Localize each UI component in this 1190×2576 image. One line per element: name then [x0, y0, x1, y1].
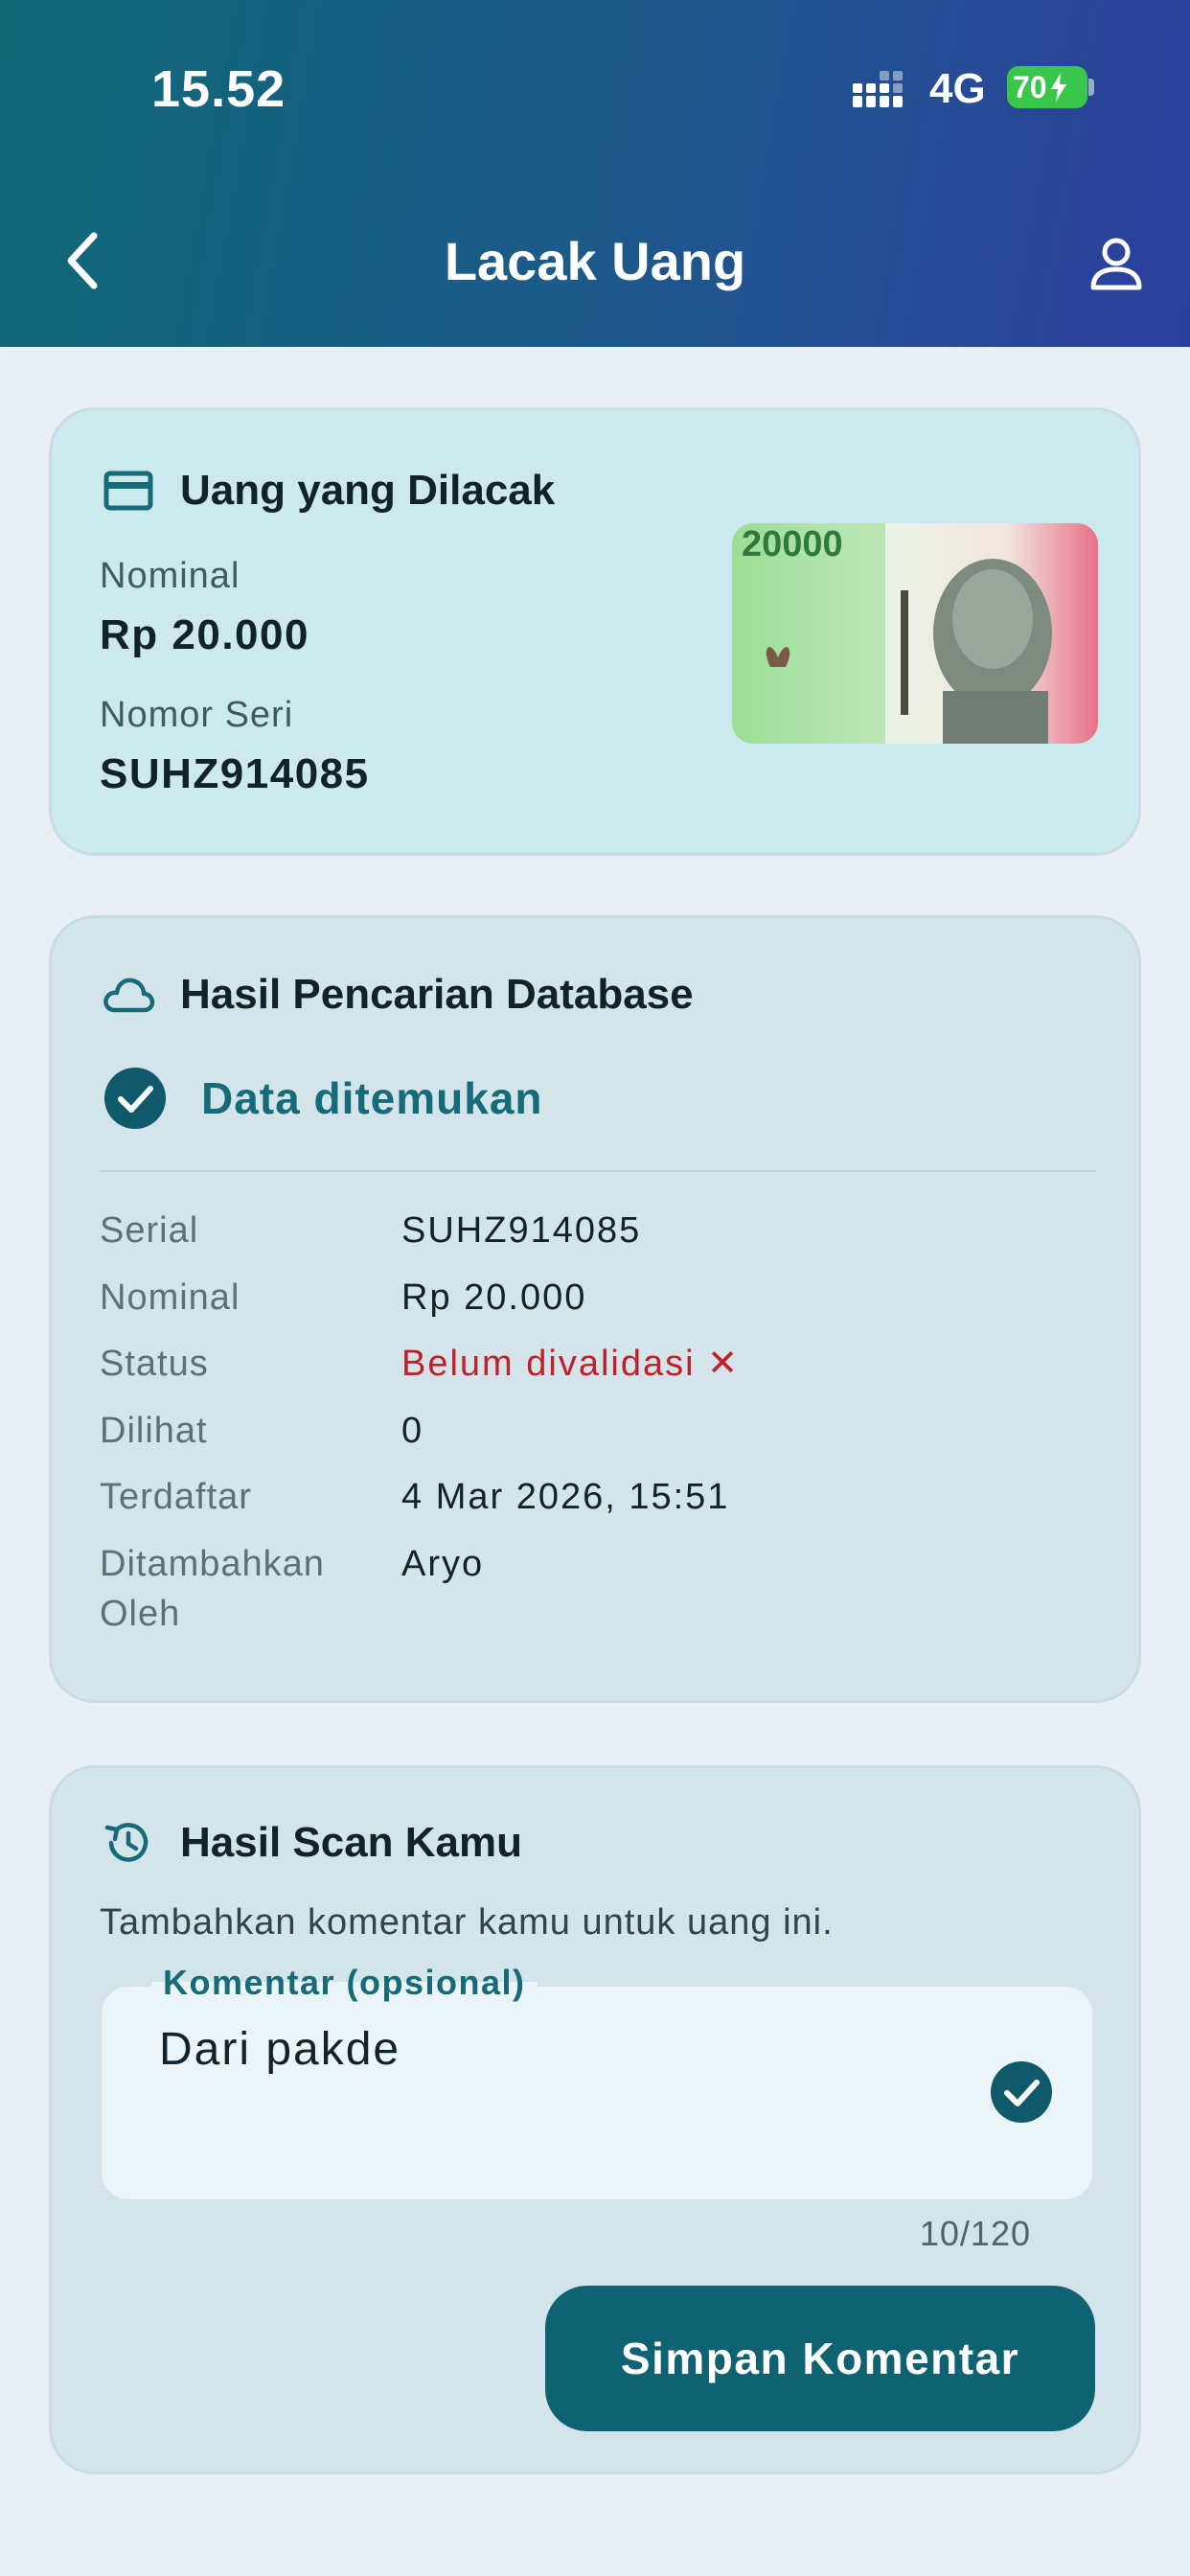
comment-field[interactable] [102, 1987, 1092, 2199]
tracked-money-title: Uang yang Dilacak [180, 467, 556, 514]
database-result-card: Hasil Pencarian Database Data ditemukan … [49, 915, 1141, 1703]
found-text: Data ditemukan [201, 1073, 543, 1123]
status-time: 15.52 [151, 60, 286, 118]
battery-indicator: 70 [1007, 66, 1087, 108]
serial-row-label: Serial [100, 1210, 199, 1251]
status-badge: Belum divalidasi ✕ [401, 1344, 740, 1384]
scan-result-card: Hasil Scan Kamu Tambahkan komentar kamu … [49, 1765, 1141, 2474]
check-circle-icon [104, 1068, 166, 1129]
nominal-label: Nominal [100, 556, 240, 596]
comment-field-label: Komentar (opsional) [151, 1963, 538, 2003]
database-heading: Hasil Pencarian Database [102, 968, 694, 1022]
scan-heading: Hasil Scan Kamu [102, 1816, 522, 1870]
comment-input[interactable]: Dari pakde [159, 2023, 400, 2076]
scan-subtitle: Tambahkan komentar kamu untuk uang ini. [100, 1902, 834, 1943]
nominal-row-value: Rp 20.000 [401, 1277, 587, 1318]
registered-row-value: 4 Mar 2026, 15:51 [401, 1477, 730, 1517]
tracked-money-heading: Uang yang Dilacak [102, 464, 555, 518]
status-row-label: Status [100, 1344, 209, 1384]
cloud-icon [103, 978, 155, 1013]
added-by-row-value: Aryo [401, 1544, 485, 1584]
signal-icon [853, 71, 903, 107]
serial-label: Nomor Seri [100, 695, 294, 735]
scan-title: Hasil Scan Kamu [180, 1819, 523, 1866]
divider [100, 1170, 1096, 1172]
user-icon[interactable] [1088, 236, 1144, 291]
added-by-row-label: Ditambahkan Oleh [100, 1544, 325, 1634]
page-title: Lacak Uang [444, 231, 746, 291]
app-header: 15.52 4G 70 Lacak Uang [0, 0, 1190, 347]
banknote-denomination: 20000 [742, 524, 843, 564]
serial-value: SUHZ914085 [100, 750, 370, 797]
nominal-value: Rp 20.000 [100, 611, 309, 658]
serial-row-value: SUHZ914085 [401, 1210, 642, 1251]
character-counter: 10/120 [919, 2214, 1031, 2253]
database-title: Hasil Pencarian Database [180, 971, 694, 1018]
tracked-money-card: Uang yang Dilacak Nominal Rp 20.000 Nomo… [49, 407, 1141, 856]
charging-bolt-icon [1050, 73, 1066, 102]
nominal-row-label: Nominal [100, 1277, 240, 1318]
history-icon [104, 1823, 149, 1862]
views-row-label: Dilihat [100, 1411, 208, 1451]
card-icon [103, 471, 153, 511]
network-label: 4G [929, 65, 986, 112]
found-indicator: Data ditemukan [103, 1067, 543, 1130]
check-circle-icon [991, 2061, 1052, 2123]
battery-tip [1088, 79, 1094, 96]
views-row-value: 0 [401, 1411, 424, 1451]
banknote-image: 20000 [732, 523, 1098, 744]
battery-level: 70 [1013, 69, 1047, 104]
save-comment-button[interactable]: Simpan Komentar [545, 2286, 1095, 2431]
registered-row-label: Terdaftar [100, 1477, 252, 1517]
